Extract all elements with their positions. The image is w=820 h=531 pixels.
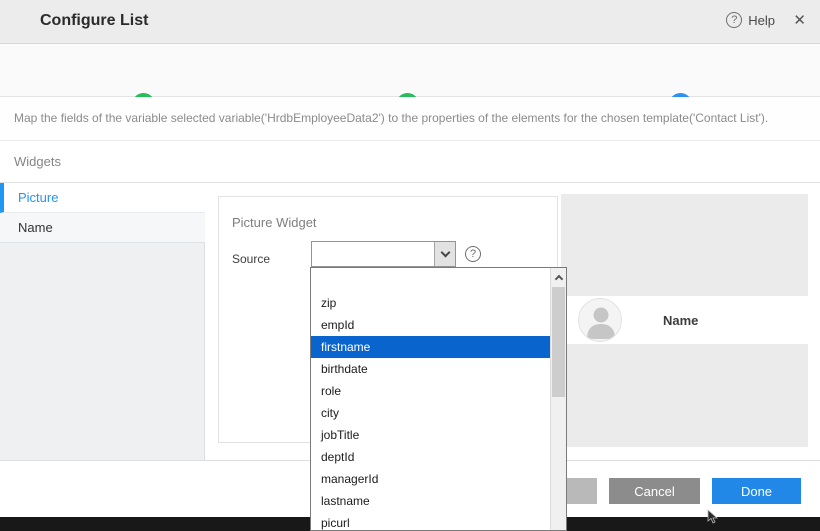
close-icon[interactable]: ✕: [793, 11, 806, 29]
dropdown-option[interactable]: role: [311, 380, 551, 402]
mouse-cursor: [707, 509, 719, 525]
dropdown-option[interactable]: deptId: [311, 446, 551, 468]
dropdown-option[interactable]: city: [311, 402, 551, 424]
dropdown-option[interactable]: lastname: [311, 490, 551, 512]
widgets-title: Widgets: [14, 154, 61, 169]
description-bar: Map the fields of the variable selected …: [0, 97, 820, 141]
dropdown-option[interactable]: empId: [311, 314, 551, 336]
scroll-up-button[interactable]: [551, 268, 566, 285]
panel-title: Picture Widget: [232, 215, 317, 230]
help-icon: ?: [726, 12, 742, 28]
dropdown-option[interactable]: [311, 268, 551, 292]
person-icon: [579, 299, 622, 342]
avatar: [578, 298, 622, 342]
template-preview: Name: [561, 194, 808, 447]
dropdown-option-selected[interactable]: firstname: [311, 336, 551, 358]
source-select[interactable]: [311, 241, 456, 267]
dialog-header: Configure List ? Help ✕: [0, 0, 820, 44]
source-select-dropdown-button[interactable]: [434, 242, 455, 266]
wizard-stepper: Data Template 3 Bind Fields: [0, 44, 820, 97]
cancel-button[interactable]: Cancel: [609, 478, 700, 504]
dropdown-option[interactable]: picurl: [311, 512, 551, 531]
dropdown-scrollbar[interactable]: [550, 268, 566, 530]
help-label: Help: [748, 13, 775, 28]
dropdown-option[interactable]: birthdate: [311, 358, 551, 380]
widgets-header: Widgets: [0, 141, 820, 183]
description-text: Map the fields of the variable selected …: [14, 111, 768, 125]
widgets-sidebar: Picture Name: [0, 183, 205, 460]
chevron-up-icon: [554, 274, 562, 282]
chevron-down-icon: [440, 248, 450, 258]
source-help-icon[interactable]: ?: [465, 246, 481, 262]
scrollbar-thumb[interactable]: [552, 287, 565, 397]
dropdown-option[interactable]: managerId: [311, 468, 551, 490]
configure-list-dialog: Configure List ? Help ✕ Data Template 3 …: [0, 0, 820, 531]
sidebar-item-picture[interactable]: Picture: [0, 183, 205, 213]
sidebar-item-name[interactable]: Name: [0, 213, 205, 243]
preview-contact-row: Name: [561, 296, 808, 344]
dropdown-options: zip empId firstname birthdate role city …: [311, 268, 551, 531]
dropdown-option[interactable]: jobTitle: [311, 424, 551, 446]
source-dropdown-list: zip empId firstname birthdate role city …: [310, 267, 567, 531]
preview-name-label: Name: [663, 313, 698, 328]
dropdown-option[interactable]: zip: [311, 292, 551, 314]
source-label: Source: [232, 252, 270, 266]
page-title: Configure List: [40, 12, 148, 30]
done-button[interactable]: Done: [712, 478, 801, 504]
help-button[interactable]: ? Help: [726, 12, 775, 28]
